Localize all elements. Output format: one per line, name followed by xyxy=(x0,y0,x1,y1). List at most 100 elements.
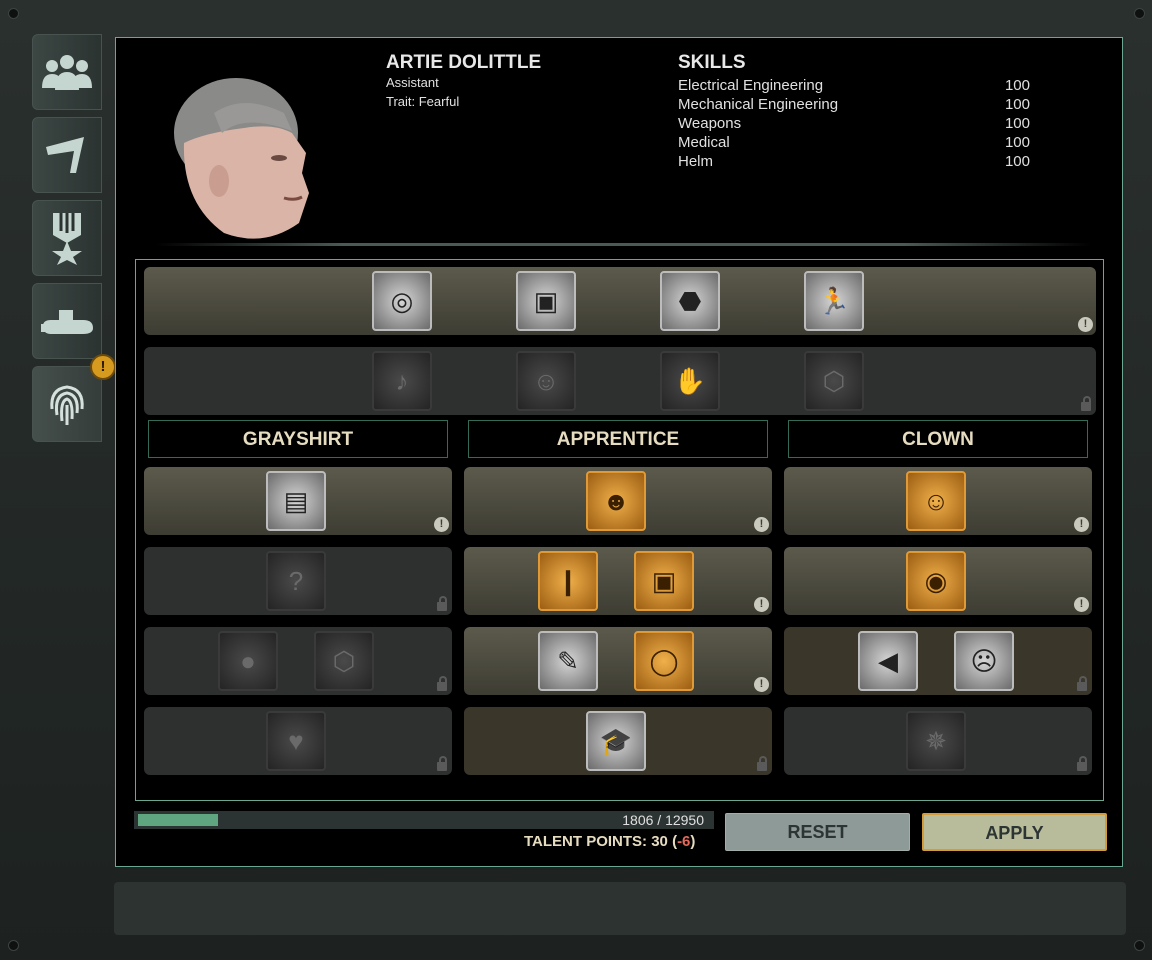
available-marker-icon: ! xyxy=(754,597,769,612)
coffin-icon[interactable]: ⬡ xyxy=(314,631,374,691)
sidebar-tab-talents[interactable] xyxy=(32,366,102,442)
skill-name: Electrical Engineering xyxy=(678,77,824,94)
talent-points: TALENT POINTS: 30 (-6) xyxy=(524,833,695,850)
skill-row: Medical 100 xyxy=(678,133,1030,152)
emblem-icon[interactable]: ✵ xyxy=(906,711,966,771)
rivet xyxy=(8,8,19,19)
crate-icon[interactable]: ▣ xyxy=(516,271,576,331)
lock-icon xyxy=(1077,756,1087,771)
creepy-clown-icon[interactable]: ☹ xyxy=(954,631,1014,691)
jack-in-box-icon[interactable]: ☺ xyxy=(516,351,576,411)
talent-row-general-1: ◎ ▣ ⬣ 🏃 ! xyxy=(144,267,1096,335)
sidebar-tab-submarine[interactable] xyxy=(32,283,102,359)
experience-progress-fill xyxy=(138,814,218,826)
skill-value: 100 xyxy=(1004,77,1030,94)
talent-points-delta: -6 xyxy=(677,833,691,850)
reset-button[interactable]: RESET xyxy=(725,813,910,851)
header-divider xyxy=(156,243,1091,246)
documents-icon[interactable]: ▤ xyxy=(266,471,326,531)
music-note-icon[interactable]: ♪ xyxy=(372,351,432,411)
experience-progress-bar: 1806 / 12950 xyxy=(134,811,714,829)
apprentice-row-2: ❙ ▣ ! xyxy=(464,547,772,615)
grayshirt-row-2: ? xyxy=(144,547,452,615)
experience-progress-text: 1806 / 12950 xyxy=(622,812,704,828)
diving-mask-icon[interactable]: ◉ xyxy=(906,551,966,611)
clown-row-3: ◀ ☹ xyxy=(784,627,1092,695)
skill-value: 100 xyxy=(1004,153,1030,170)
talent-tree: ◎ ▣ ⬣ 🏃 ! ♪ ☺ ✋ ⬡ GRAYSHIRT APPRENTICE C… xyxy=(135,259,1104,801)
submarine-icon xyxy=(41,310,93,334)
talent-points-close: ) xyxy=(690,833,696,850)
talent-row-general-2: ♪ ☺ ✋ ⬡ xyxy=(144,347,1096,415)
running-man-icon[interactable]: 🏃 xyxy=(804,271,864,331)
available-marker-icon: ! xyxy=(754,677,769,692)
lock-icon xyxy=(437,676,447,691)
skill-row: Helm 100 xyxy=(678,152,1030,171)
skills-list: Electrical Engineering 100 Mechanical En… xyxy=(678,76,1030,171)
lock-icon xyxy=(1081,396,1091,411)
talents-alert-badge: ! xyxy=(90,354,116,380)
available-marker-icon: ! xyxy=(1078,317,1093,332)
available-marker-icon: ! xyxy=(754,517,769,532)
coffin-icon[interactable]: ⬡ xyxy=(804,351,864,411)
skill-name: Mechanical Engineering xyxy=(678,96,839,113)
lock-icon xyxy=(437,756,447,771)
ammo-icon[interactable]: ❙ xyxy=(538,551,598,611)
sidebar-tab-crew[interactable] xyxy=(32,34,102,110)
collar-icon[interactable]: ◯ xyxy=(634,631,694,691)
footer-bar xyxy=(114,882,1126,935)
grayshirt-row-4: ♥ xyxy=(144,707,452,775)
skills-title: SKILLS xyxy=(678,52,746,73)
rivet xyxy=(8,940,19,951)
tab-apprentice[interactable]: APPRENTICE xyxy=(468,420,768,458)
sidebar-tab-reputation[interactable] xyxy=(32,200,102,276)
scared-heart-icon[interactable]: ♥ xyxy=(266,711,326,771)
sidebar-tab-missions[interactable] xyxy=(32,117,102,193)
turtle-icon[interactable]: ⬣ xyxy=(660,271,720,331)
character-role: Assistant xyxy=(386,75,439,90)
available-marker-icon: ! xyxy=(1074,517,1089,532)
lock-icon xyxy=(1077,676,1087,691)
tools-icon[interactable]: ✎ xyxy=(538,631,598,691)
tab-grayshirt[interactable]: GRAYSHIRT xyxy=(148,420,448,458)
grayshirt-row-3: ● ⬡ xyxy=(144,627,452,695)
window-frame: ! ARTIE DOLITTLE Assistant Trait: Fearfu… xyxy=(0,0,1152,960)
clown-mask-icon[interactable]: ☺ xyxy=(906,471,966,531)
lock-icon xyxy=(757,756,767,771)
skill-name: Medical xyxy=(678,134,730,151)
talent-points-label: TALENT POINTS: 30 ( xyxy=(524,833,678,850)
available-marker-icon: ! xyxy=(1074,597,1089,612)
confused-creature-icon[interactable]: ? xyxy=(266,551,326,611)
scientist-icon[interactable]: ☻ xyxy=(586,471,646,531)
swirl-icon[interactable]: ◎ xyxy=(372,271,432,331)
skill-name: Helm xyxy=(678,153,714,170)
skill-row: Mechanical Engineering 100 xyxy=(678,95,1030,114)
crew-icon xyxy=(42,55,92,90)
fingerprint-icon xyxy=(50,385,84,425)
rivet xyxy=(1134,8,1145,19)
clown-row-4: ✵ xyxy=(784,707,1092,775)
apprentice-row-3: ✎ ◯ ! xyxy=(464,627,772,695)
character-name: ARTIE DOLITTLE xyxy=(386,52,542,73)
apprentice-row-1: ☻ ! xyxy=(464,467,772,535)
tab-clown[interactable]: CLOWN xyxy=(788,420,1088,458)
medal-icon xyxy=(52,213,82,265)
skill-value: 100 xyxy=(1004,115,1030,132)
character-portrait xyxy=(174,78,309,239)
skill-name: Weapons xyxy=(678,115,742,132)
clown-row-2: ◉ ! xyxy=(784,547,1092,615)
horn-icon[interactable]: ◀ xyxy=(858,631,918,691)
apprentice-row-4: 🎓 xyxy=(464,707,772,775)
flag-icon xyxy=(46,137,84,173)
apple-icon[interactable]: ● xyxy=(218,631,278,691)
graduation-cap-icon[interactable]: 🎓 xyxy=(586,711,646,771)
skill-row: Electrical Engineering 100 xyxy=(678,76,1030,95)
clown-row-1: ☺ ! xyxy=(784,467,1092,535)
grayshirt-row-1: ▤ ! xyxy=(144,467,452,535)
hands-crate-icon[interactable]: ▣ xyxy=(634,551,694,611)
skill-value: 100 xyxy=(1004,96,1030,113)
handshake-icon[interactable]: ✋ xyxy=(660,351,720,411)
apply-button[interactable]: APPLY xyxy=(922,813,1107,851)
available-marker-icon: ! xyxy=(434,517,449,532)
rivet xyxy=(1134,940,1145,951)
